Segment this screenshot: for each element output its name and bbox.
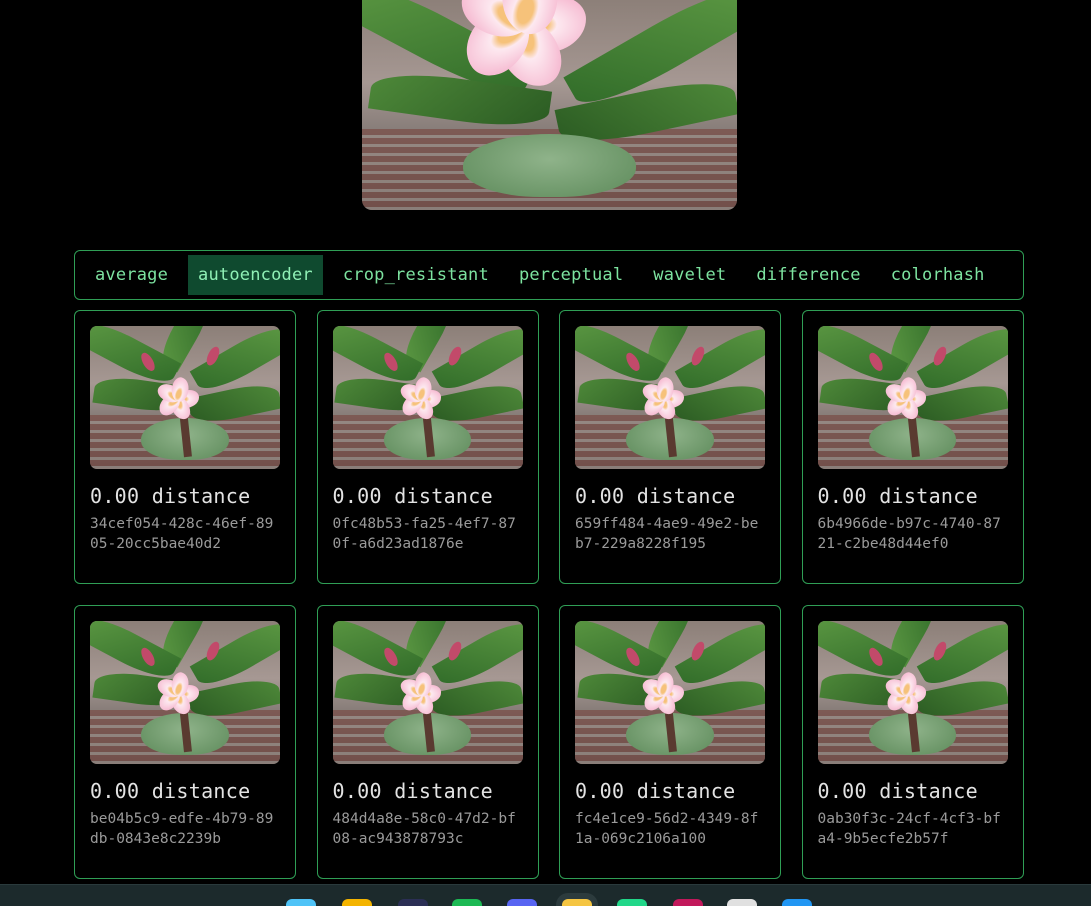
result-image[interactable]: [332, 326, 523, 469]
hash-algorithm-tabs: average autoencoder crop_resistant perceptu…: [74, 250, 1024, 300]
result-image[interactable]: [575, 621, 765, 764]
result-image[interactable]: [332, 621, 523, 764]
distance-label: 0.00 distance: [90, 779, 251, 803]
distance-label: 0.00 distance: [332, 779, 493, 803]
result-image[interactable]: [817, 326, 1008, 469]
result-card[interactable]: 0.00 distance be04b5c9-edfe-4b79-89db-08…: [74, 605, 296, 879]
taskbar: [0, 884, 1091, 906]
app-dark-icon[interactable]: [398, 899, 428, 906]
windows-start-icon[interactable]: [286, 899, 316, 906]
tab-colorhash[interactable]: colorhash: [881, 255, 995, 295]
result-image[interactable]: [575, 326, 765, 469]
tab-average[interactable]: average: [85, 255, 178, 295]
distance-label: 0.00 distance: [817, 779, 978, 803]
distance-label: 0.00 distance: [575, 484, 736, 508]
github-icon[interactable]: [727, 899, 757, 906]
image-id: 659ff484-4ae9-49e2-beb7-229a8228f195: [575, 516, 759, 552]
flower: [882, 375, 939, 424]
pycharm-icon[interactable]: [617, 899, 647, 906]
query-image: [362, 0, 737, 210]
browser-icon[interactable]: [782, 899, 812, 906]
result-image[interactable]: [817, 621, 1008, 764]
results-grid: 0.00 distance 34cef054-428c-46ef-8905-20…: [74, 310, 1024, 879]
spotify-icon[interactable]: [452, 899, 482, 906]
flower: [154, 375, 211, 424]
result-card[interactable]: 0.00 distance 659ff484-4ae9-49e2-beb7-22…: [559, 310, 781, 584]
flower: [882, 670, 939, 719]
active-app-icon[interactable]: [562, 899, 592, 906]
result-image[interactable]: [90, 326, 280, 469]
tab-perceptual[interactable]: perceptual: [509, 255, 633, 295]
result-card[interactable]: 0.00 distance 0fc48b53-fa25-4ef7-870f-a6…: [316, 310, 539, 584]
flower: [397, 670, 454, 719]
distance-label: 0.00 distance: [332, 484, 493, 508]
result-card[interactable]: 0.00 distance fc4e1ce9-56d2-4349-8f1a-06…: [559, 605, 781, 879]
tab-difference[interactable]: difference: [746, 255, 870, 295]
distance-label: 0.00 distance: [90, 484, 251, 508]
image-id: be04b5c9-edfe-4b79-89db-0843e8c2239b: [90, 811, 274, 847]
file-explorer-icon[interactable]: [342, 899, 372, 906]
flower: [639, 375, 696, 424]
result-card[interactable]: 0.00 distance 0ab30f3c-24cf-4cf3-bfa4-9b…: [801, 605, 1024, 879]
flower: [154, 670, 211, 719]
image-id: 0fc48b53-fa25-4ef7-870f-a6d23ad1876e: [332, 516, 516, 552]
flower: [639, 670, 696, 719]
discord-icon[interactable]: [507, 899, 537, 906]
tab-autoencoder[interactable]: autoencoder: [188, 255, 323, 295]
distance-label: 0.00 distance: [817, 484, 978, 508]
jetbrains-icon[interactable]: [673, 899, 703, 906]
image-id: 484d4a8e-58c0-47d2-bf08-ac943878793c: [332, 811, 516, 847]
flower: [451, 0, 625, 104]
image-id: fc4e1ce9-56d2-4349-8f1a-069c2106a100: [575, 811, 759, 847]
result-card[interactable]: 0.00 distance 484d4a8e-58c0-47d2-bf08-ac…: [316, 605, 539, 879]
image-id: 34cef054-428c-46ef-8905-20cc5bae40d2: [90, 516, 274, 552]
result-image[interactable]: [90, 621, 280, 764]
tab-wavelet[interactable]: wavelet: [643, 255, 736, 295]
result-card[interactable]: 0.00 distance 34cef054-428c-46ef-8905-20…: [74, 310, 296, 584]
flower: [397, 375, 454, 424]
image-id: 6b4966de-b97c-4740-8721-c2be48d44ef0: [817, 516, 1001, 552]
tab-crop-resistant[interactable]: crop_resistant: [333, 255, 499, 295]
result-card[interactable]: 0.00 distance 6b4966de-b97c-4740-8721-c2…: [801, 310, 1024, 584]
image-id: 0ab30f3c-24cf-4cf3-bfa4-9b5ecfe2b57f: [817, 811, 1001, 847]
distance-label: 0.00 distance: [575, 779, 736, 803]
